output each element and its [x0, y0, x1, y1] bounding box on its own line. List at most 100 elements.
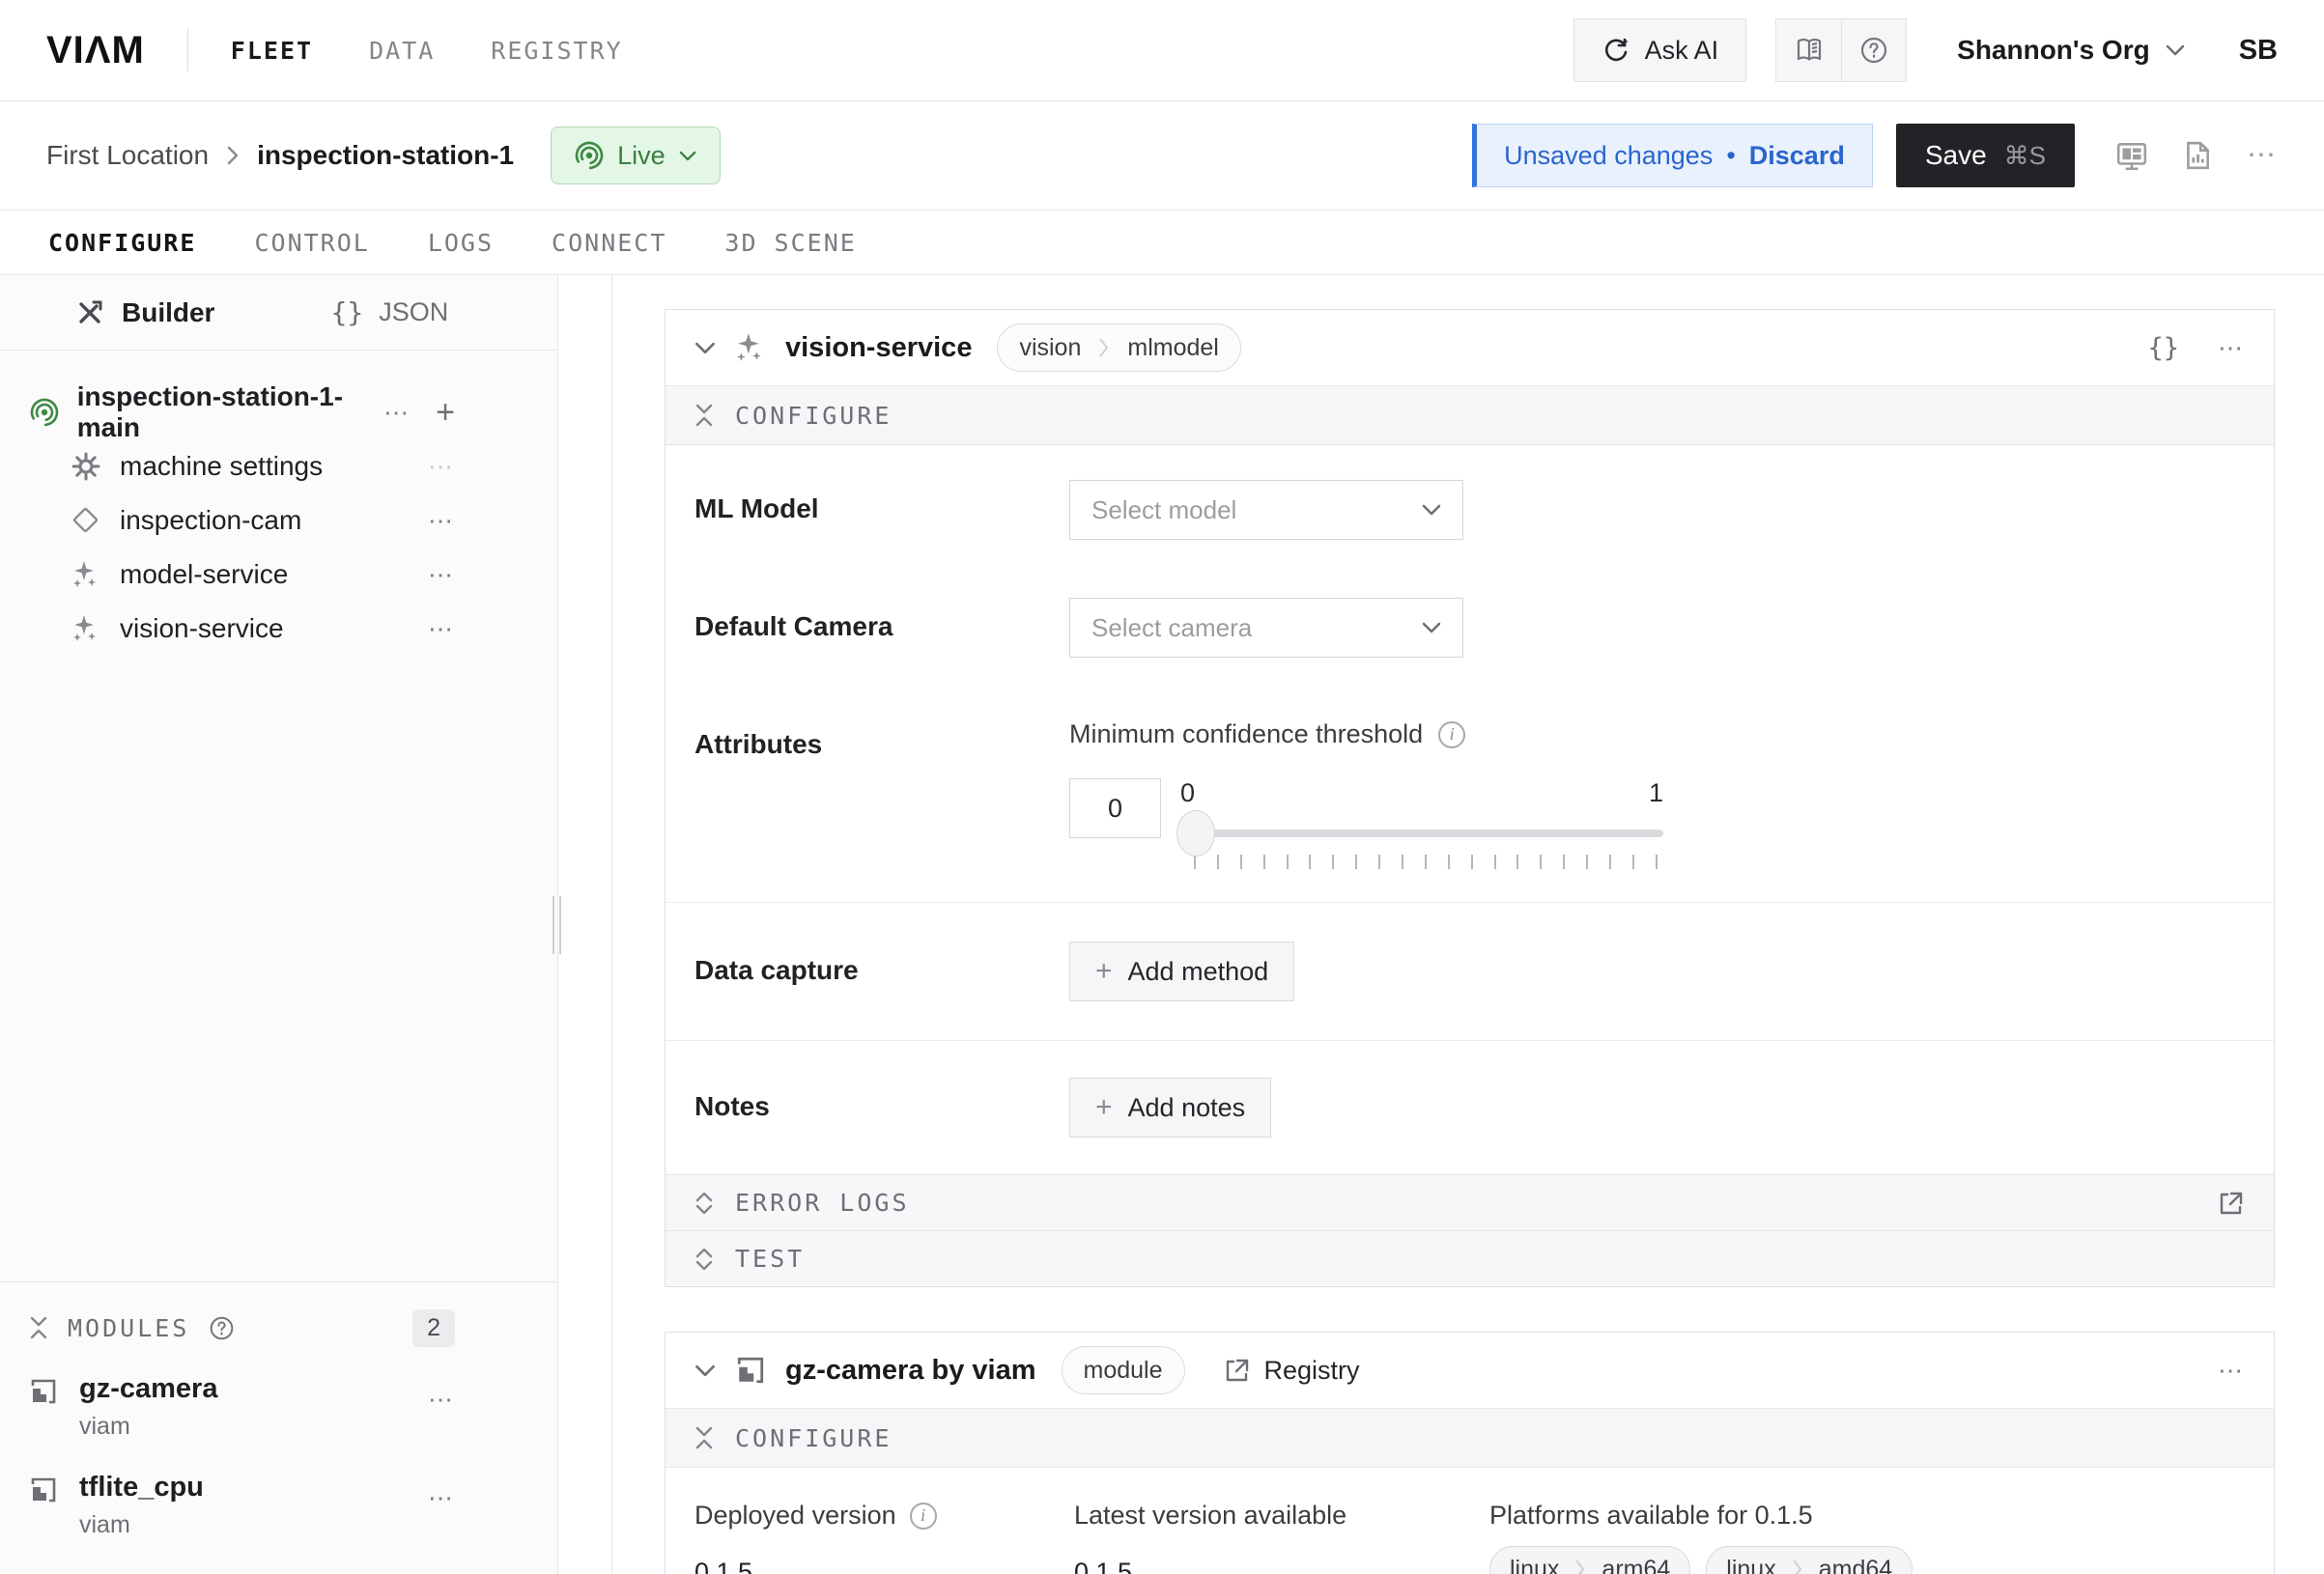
collapse-icon[interactable]: [694, 1426, 714, 1449]
ask-ai-button[interactable]: Ask AI: [1573, 18, 1747, 82]
card-title: gz-camera by viam: [785, 1355, 1036, 1387]
slider-track[interactable]: [1180, 829, 1663, 837]
module-item-tflite-cpu[interactable]: tflite_cpu viam ⋯: [0, 1456, 557, 1555]
module-name: tflite_cpu: [79, 1472, 204, 1504]
module-icon: [29, 1472, 62, 1504]
chevron-down-icon: [679, 150, 696, 162]
control-monitor-button[interactable]: [2115, 140, 2148, 171]
expand-icon[interactable]: [694, 1192, 714, 1215]
discard-button[interactable]: Discard: [1749, 141, 1845, 171]
gz-camera-card-menu[interactable]: ⋯: [2218, 1358, 2245, 1383]
broadcast-icon: [575, 141, 604, 170]
modules-title: MODULES: [68, 1314, 189, 1342]
org-switcher[interactable]: Shannon's Org: [1957, 35, 2185, 66]
bullet-separator: •: [1726, 141, 1735, 171]
logs-report-button[interactable]: [2183, 140, 2212, 171]
tab-control[interactable]: CONTROL: [254, 229, 369, 257]
module-item-gz-camera[interactable]: gz-camera viam ⋯: [0, 1358, 557, 1456]
save-button[interactable]: Save ⌘S: [1896, 124, 2075, 187]
platform-tag-linux-arm64: linux arm64: [1489, 1546, 1690, 1574]
chevron-down-icon[interactable]: [694, 1363, 716, 1378]
latest-version-value: 0.1.5: [1074, 1558, 1489, 1574]
tree-item-inspection-cam[interactable]: inspection-cam ⋯: [0, 493, 557, 548]
viam-app: VIΛM FLEET DATA REGISTRY Ask AI Shannon'…: [0, 0, 2324, 1574]
chevron-right-icon: [226, 146, 240, 165]
notes-field: Notes + Add notes: [666, 1041, 2274, 1174]
report-file-icon: [2183, 140, 2212, 171]
help-icon[interactable]: [209, 1315, 235, 1341]
chevron-down-icon[interactable]: [694, 341, 716, 355]
modules-section: MODULES 2 gz-camera viam ⋯ tflite_cpu: [0, 1281, 557, 1574]
tools-icon: [75, 298, 104, 327]
add-component-button[interactable]: +: [436, 396, 455, 429]
external-link-icon: [1224, 1357, 1251, 1384]
model-service-menu[interactable]: ⋯: [428, 562, 455, 587]
nav-fleet[interactable]: FLEET: [231, 37, 313, 65]
tree-item-machine-settings[interactable]: machine settings ⋯: [0, 439, 557, 493]
tab-connect[interactable]: CONNECT: [552, 229, 666, 257]
json-view-icon[interactable]: {}: [2147, 333, 2179, 363]
help-button[interactable]: [1841, 19, 1906, 81]
open-logs-external-icon[interactable]: [2218, 1190, 2245, 1217]
gz-camera-module-card: gz-camera by viam module Registry ⋯ CONF…: [665, 1332, 2275, 1574]
deployed-version-column: Deployed version i 0.1.5: [694, 1501, 1074, 1574]
modules-count-badge: 2: [412, 1309, 455, 1347]
expand-icon[interactable]: [694, 1248, 714, 1271]
viam-logo[interactable]: VIΛM: [46, 29, 145, 72]
sparkles-icon: [70, 614, 102, 643]
breadcrumb-machine-name: inspection-station-1: [257, 140, 514, 171]
json-mode-button[interactable]: {} JSON: [330, 296, 448, 328]
vision-service-menu[interactable]: ⋯: [428, 616, 455, 641]
vision-service-card-menu[interactable]: ⋯: [2218, 335, 2245, 360]
nav-data[interactable]: DATA: [369, 37, 435, 65]
notes-label: Notes: [694, 1078, 1069, 1138]
ask-ai-label: Ask AI: [1645, 36, 1719, 66]
ml-model-label: ML Model: [694, 480, 1069, 540]
threshold-slider: 0 1: [1180, 778, 1663, 869]
add-method-button[interactable]: + Add method: [1069, 942, 1294, 1001]
collapse-icon[interactable]: [29, 1316, 48, 1339]
live-status-badge[interactable]: Live: [551, 126, 721, 184]
latest-version-label: Latest version available: [1074, 1501, 1346, 1531]
module-author: viam: [79, 1511, 204, 1539]
user-avatar[interactable]: SB: [2239, 35, 2278, 67]
main-part-menu[interactable]: ⋯: [383, 400, 411, 425]
editor-mode-toggle: Builder {} JSON: [0, 275, 557, 351]
test-label: TEST: [735, 1245, 805, 1273]
nav-registry[interactable]: REGISTRY: [491, 37, 622, 65]
default-camera-select[interactable]: Select camera: [1069, 598, 1463, 658]
tab-3d-scene[interactable]: 3D SCENE: [724, 229, 856, 257]
collapse-icon[interactable]: [694, 404, 714, 427]
service-type-tag: vision mlmodel: [997, 323, 1240, 372]
inspection-cam-menu[interactable]: ⋯: [428, 508, 455, 533]
platform-tag-linux-amd64: linux amd64: [1706, 1546, 1913, 1574]
machine-settings-menu[interactable]: ⋯: [428, 454, 455, 479]
info-icon[interactable]: i: [1438, 721, 1465, 748]
vision-service-card: vision-service vision mlmodel {} ⋯ CONFI…: [665, 309, 2275, 1287]
unsaved-changes-label: Unsaved changes: [1504, 141, 1713, 171]
tflite-cpu-module-menu[interactable]: ⋯: [428, 1483, 455, 1512]
slider-handle[interactable]: [1176, 810, 1215, 857]
gz-camera-module-menu[interactable]: ⋯: [428, 1385, 455, 1414]
ml-model-select[interactable]: Select model: [1069, 480, 1463, 540]
broadcast-icon: [29, 398, 60, 427]
sidebar-drag-handle[interactable]: [553, 896, 561, 954]
builder-mode-button[interactable]: Builder: [75, 297, 214, 328]
tree-item-vision-service[interactable]: vision-service ⋯: [0, 602, 557, 656]
tab-logs[interactable]: LOGS: [428, 229, 494, 257]
tree-item-main-part[interactable]: inspection-station-1-main ⋯ +: [0, 385, 557, 439]
add-notes-button[interactable]: + Add notes: [1069, 1078, 1271, 1138]
toolbar-overflow-menu[interactable]: ⋯: [2247, 141, 2278, 170]
module-author: viam: [79, 1413, 217, 1441]
tab-configure[interactable]: CONFIGURE: [48, 229, 196, 257]
breadcrumb-location[interactable]: First Location: [46, 140, 209, 171]
tree-item-model-service[interactable]: model-service ⋯: [0, 548, 557, 602]
data-capture-field: Data capture + Add method: [666, 903, 2274, 1040]
registry-link[interactable]: Registry: [1224, 1356, 1360, 1386]
info-icon[interactable]: i: [910, 1503, 937, 1530]
tag-vision: vision: [1002, 334, 1098, 362]
threshold-value-input[interactable]: 0: [1069, 778, 1161, 838]
monitor-icon: [2115, 140, 2148, 171]
ml-model-placeholder: Select model: [1091, 495, 1236, 525]
docs-button[interactable]: [1776, 19, 1841, 81]
